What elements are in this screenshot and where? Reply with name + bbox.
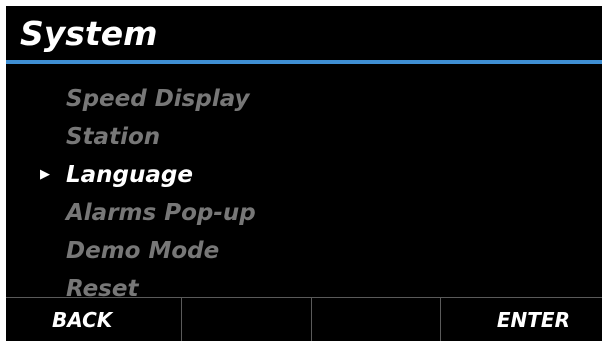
back-softkey[interactable]: BACK [6, 298, 182, 341]
menu-item-demo-mode[interactable]: ▶ Demo Mode [6, 232, 602, 270]
menu-item-label: Station [66, 124, 161, 150]
title-divider [6, 60, 602, 64]
menu-item-label: Alarms Pop-up [66, 200, 256, 226]
menu-item-alarms-popup[interactable]: ▶ Alarms Pop-up [6, 194, 602, 232]
menu-item-label: Speed Display [66, 86, 250, 112]
softkey-3[interactable] [312, 298, 442, 341]
settings-menu: ▶ Speed Display ▶ Station ▶ Language ▶ A… [6, 80, 602, 308]
device-screen: System ▶ Speed Display ▶ Station ▶ Langu… [6, 6, 602, 341]
enter-softkey[interactable]: ENTER [441, 298, 602, 341]
softkey-bar: BACK ENTER [6, 297, 602, 341]
page-title: System [20, 14, 158, 53]
softkey-2[interactable] [182, 298, 312, 341]
menu-item-station[interactable]: ▶ Station [6, 118, 602, 156]
menu-item-speed-display[interactable]: ▶ Speed Display [6, 80, 602, 118]
selection-cursor-icon: ▶ [40, 167, 50, 182]
menu-item-label: Language [66, 162, 193, 188]
menu-item-label: Demo Mode [66, 238, 220, 264]
menu-item-language[interactable]: ▶ Language [6, 156, 602, 194]
